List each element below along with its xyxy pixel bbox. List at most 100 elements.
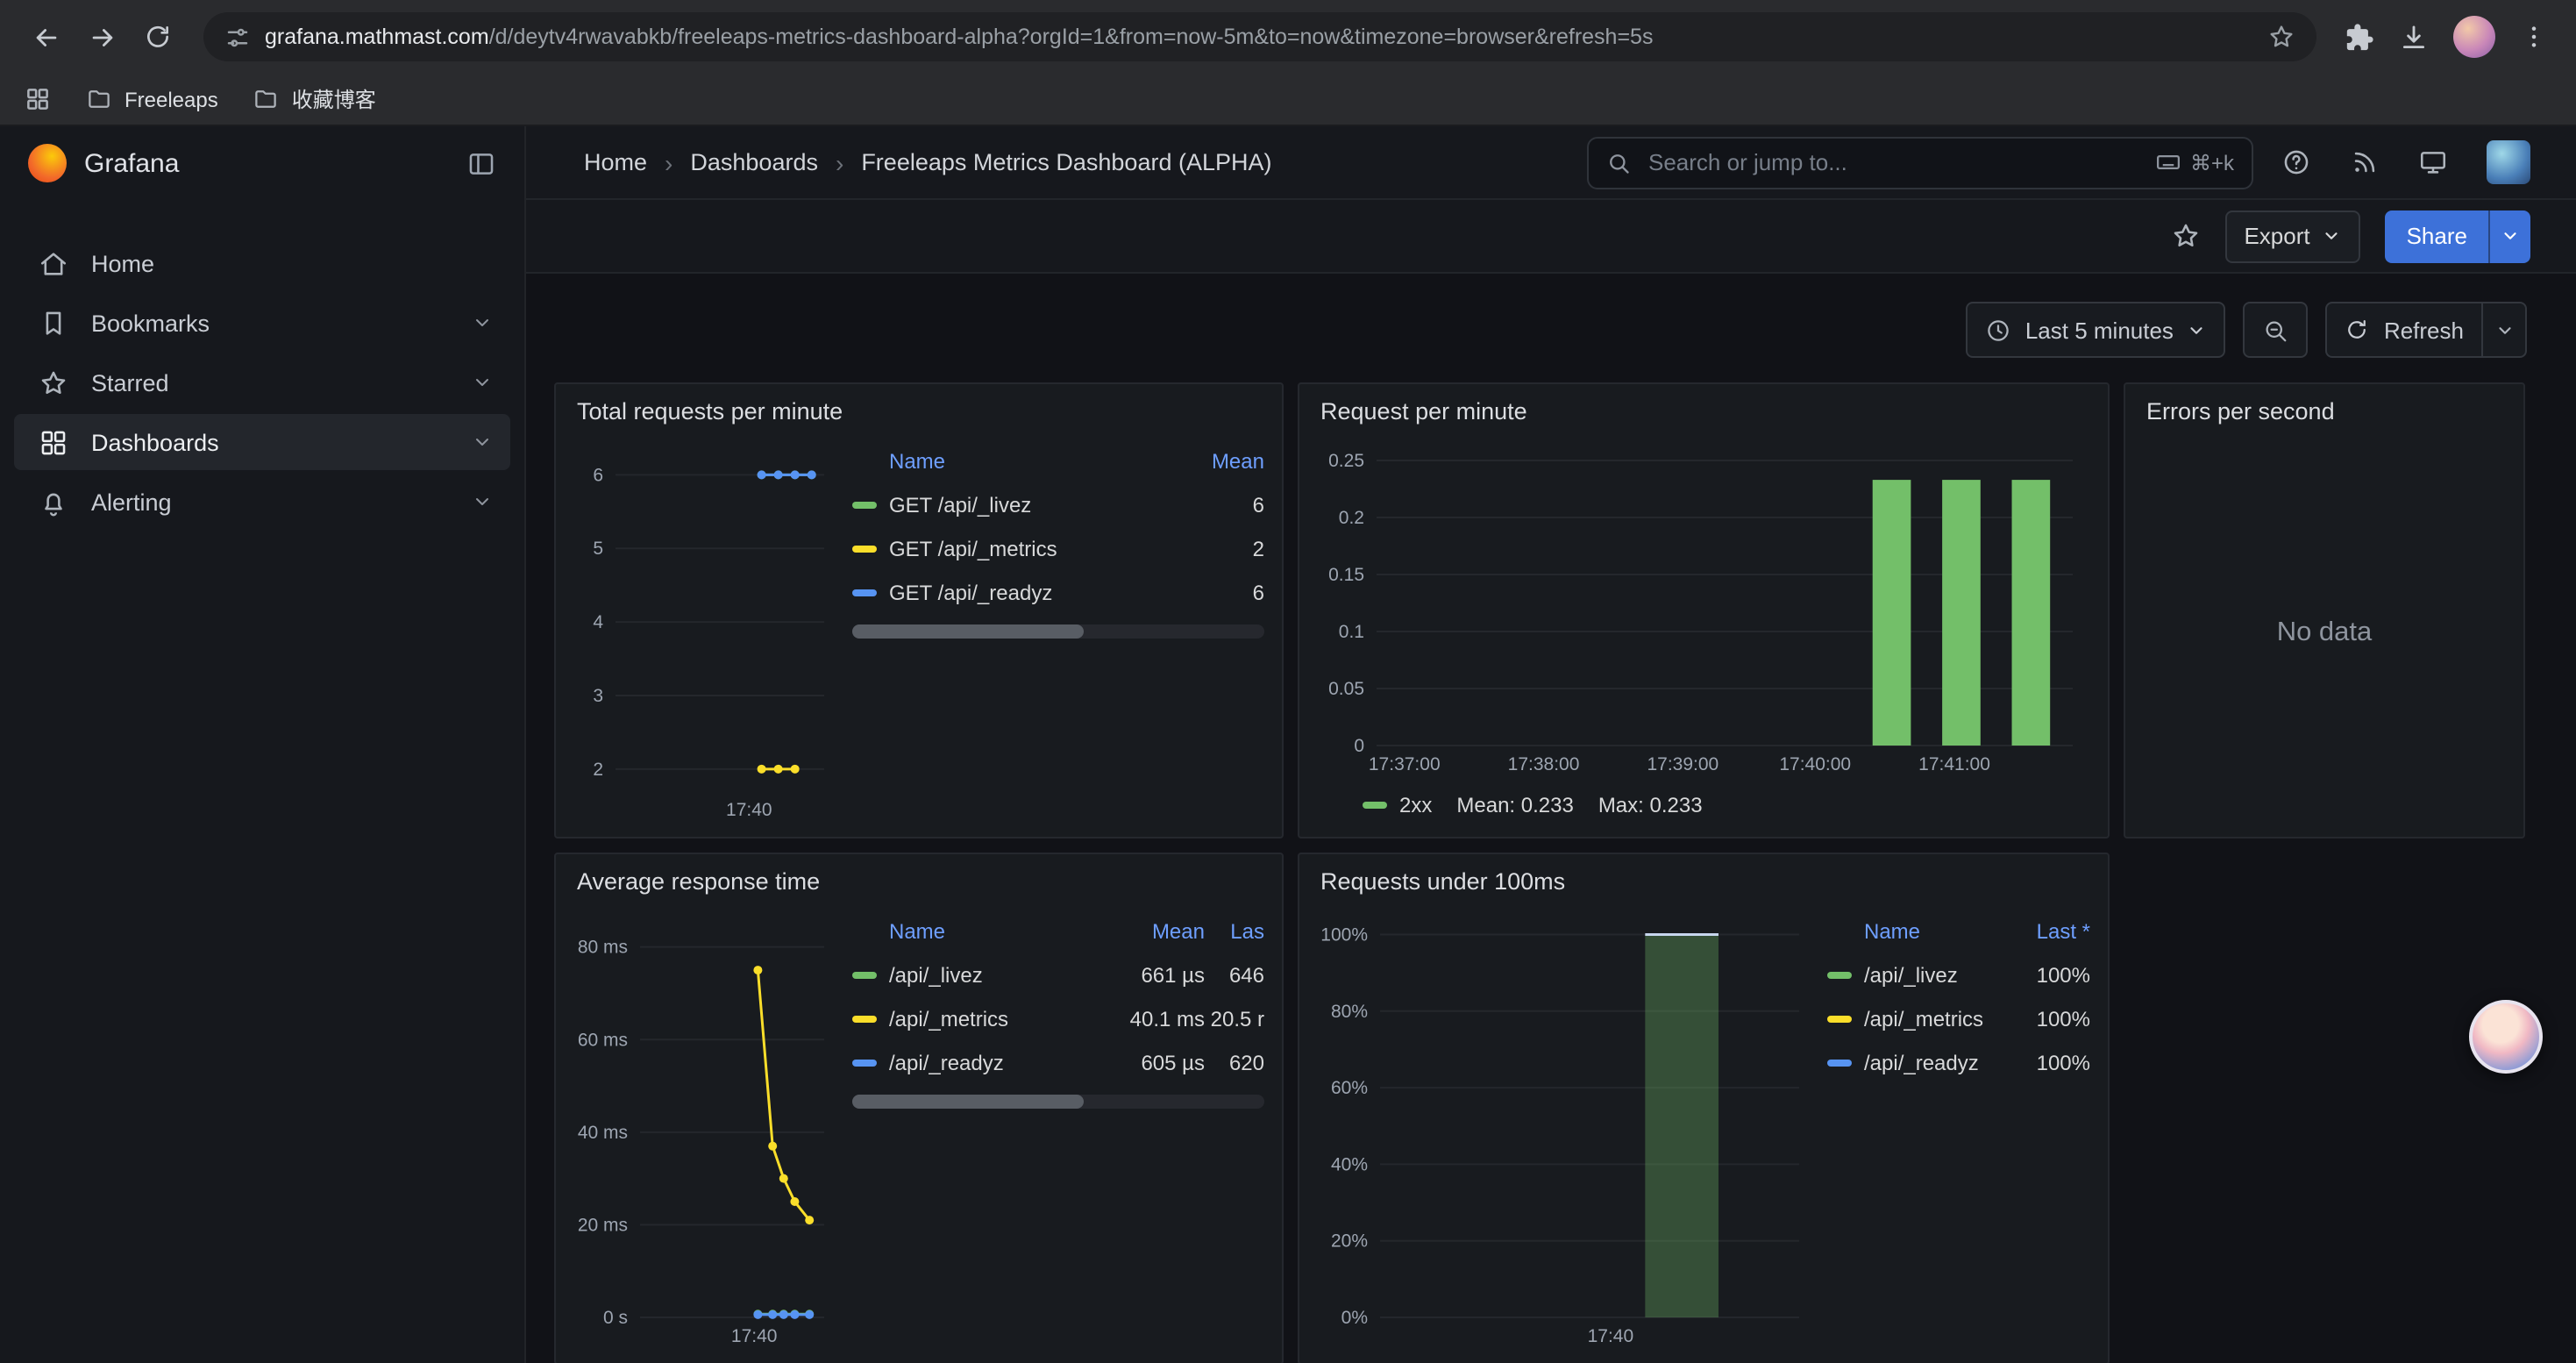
url-text: grafana.mathmast.com/d/deytv4rwavabkb/fr… [265, 25, 2253, 49]
panel-title[interactable]: Request per minute [1299, 384, 2108, 428]
reload-icon[interactable] [133, 12, 182, 61]
scrollbar-thumb[interactable] [852, 1095, 1083, 1109]
legend-item-2xx[interactable]: 2xx Mean: 0.233 Max: 0.233 [1317, 788, 2090, 823]
forward-icon[interactable] [77, 12, 126, 61]
series-swatch [1363, 802, 1387, 809]
legend-row[interactable]: /api/_livez100% [1827, 953, 2090, 996]
main-area: Home › Dashboards › Freeleaps Metrics Da… [526, 126, 2576, 1363]
svg-text:60%: 60% [1331, 1078, 1368, 1098]
grafana-app: Grafana Home Bookmarks [0, 126, 2576, 1363]
favorite-star-icon[interactable] [2170, 221, 2200, 251]
download-icon[interactable] [2399, 22, 2429, 52]
legend-col-header[interactable]: Name [1827, 918, 2006, 943]
breadcrumb-dashboards[interactable]: Dashboards [690, 149, 818, 175]
legend-col-header[interactable]: Mean [1170, 448, 1264, 473]
chevron-down-icon[interactable] [472, 432, 493, 453]
series-swatch [1827, 1059, 1852, 1066]
series-swatch [852, 1059, 877, 1066]
chevron-down-icon[interactable] [472, 312, 493, 333]
grafana-logo[interactable] [28, 144, 67, 182]
legend-col-header[interactable]: Name [852, 448, 1170, 473]
svg-text:17:40: 17:40 [1588, 1326, 1634, 1346]
legend-scrollbar[interactable] [852, 1095, 1264, 1109]
clock-icon [1985, 317, 2011, 343]
legend-row[interactable]: GET /api/_readyz6 [852, 570, 1264, 614]
legend: NameLast * /api/_livez100%/api/_metrics10… [1827, 905, 2090, 1349]
sidebar-item-home[interactable]: Home [14, 235, 510, 291]
legend-col-header[interactable]: Name [852, 918, 1103, 943]
time-range-picker[interactable]: Last 5 minutes [1966, 302, 2226, 358]
apps-grid-icon[interactable] [25, 86, 51, 112]
bookmark-star-icon[interactable] [2267, 23, 2295, 51]
sidebar-item-bookmarks[interactable]: Bookmarks [14, 295, 510, 351]
refresh-button[interactable]: Refresh [2326, 302, 2481, 358]
bookmark-folder-freeleaps[interactable]: Freeleaps [86, 86, 218, 112]
bookmark-folder-blogs[interactable]: 收藏博客 [253, 84, 376, 114]
svg-text:20%: 20% [1331, 1231, 1368, 1252]
legend-row[interactable]: /api/_metrics40.1 ms20.5 r [852, 996, 1264, 1040]
svg-text:3: 3 [593, 686, 603, 706]
chevron-down-icon[interactable] [472, 491, 493, 512]
site-settings-icon[interactable] [224, 24, 251, 50]
back-icon[interactable] [21, 12, 70, 61]
assistant-avatar[interactable] [2469, 1000, 2543, 1074]
url-bar[interactable]: grafana.mathmast.com/d/deytv4rwavabkb/fr… [203, 12, 2316, 61]
average-response-time-chart[interactable]: 0 s20 ms40 ms60 ms80 ms17:40 [573, 905, 842, 1349]
svg-text:5: 5 [593, 539, 603, 559]
panel-title[interactable]: Errors per second [2125, 384, 2523, 428]
search-box[interactable]: ⌘+k [1587, 136, 2253, 189]
legend-row[interactable]: GET /api/_metrics2 [852, 526, 1264, 570]
legend-col-header[interactable]: Last * [2006, 918, 2090, 943]
legend-row[interactable]: GET /api/_livez6 [852, 482, 1264, 526]
panel-title[interactable]: Average response time [556, 854, 1282, 898]
refresh-interval-caret[interactable] [2481, 302, 2527, 358]
legend-row[interactable]: /api/_metrics100% [1827, 996, 2090, 1040]
panel-title[interactable]: Total requests per minute [556, 384, 1282, 428]
svg-text:40 ms: 40 ms [578, 1123, 628, 1143]
chevron-down-icon[interactable] [472, 372, 493, 393]
svg-text:0.2: 0.2 [1339, 508, 1364, 528]
legend-row[interactable]: /api/_livez661 µs646 [852, 953, 1264, 996]
series-swatch [852, 1015, 877, 1022]
monitor-icon[interactable] [2418, 147, 2448, 177]
request-per-minute-chart[interactable]: 00.050.10.150.20.2517:37:0017:38:0017:39… [1317, 435, 2090, 777]
scrollbar-thumb[interactable] [852, 624, 1083, 639]
sidebar-item-alerting[interactable]: Alerting [14, 474, 510, 530]
zoom-out-button[interactable] [2244, 302, 2309, 358]
share-button[interactable]: Share [2386, 210, 2488, 262]
panel-title[interactable]: Requests under 100ms [1299, 854, 2108, 898]
requests-under-100ms-chart[interactable]: 0%20%40%60%80%100%17:40 [1317, 905, 1817, 1349]
series-swatch [852, 501, 877, 508]
panel-requests-under-100ms: Requests under 100ms 0%20%40%60%80%100%1… [1298, 853, 2110, 1363]
browser-menu-icon[interactable] [2520, 23, 2548, 51]
user-avatar[interactable] [2487, 140, 2530, 184]
legend-row[interactable]: /api/_readyz605 µs620 [852, 1040, 1264, 1084]
sidebar-item-starred[interactable]: Starred [14, 354, 510, 410]
browser-profile-avatar[interactable] [2453, 16, 2495, 58]
legend-table: NameMeanLas/api/_livez661 µs646/api/_met… [852, 909, 1264, 1084]
no-data-message: No data [2125, 428, 2523, 837]
rss-icon[interactable] [2350, 147, 2380, 177]
brand-name: Grafana [84, 148, 449, 178]
breadcrumb-home[interactable]: Home [584, 149, 647, 175]
sidebar-item-dashboards[interactable]: Dashboards [14, 414, 510, 470]
legend-mean: Mean: 0.233 [1456, 793, 1573, 817]
export-button[interactable]: Export [2224, 210, 2360, 262]
svg-text:60 ms: 60 ms [578, 1030, 628, 1050]
brand-row: Grafana [0, 126, 524, 200]
svg-text:2: 2 [593, 760, 603, 780]
dashboard-grid: Total requests per minute 2345617:40 Nam… [526, 382, 2576, 1363]
help-icon[interactable] [2281, 147, 2311, 177]
legend-scrollbar[interactable] [852, 624, 1264, 639]
legend-row[interactable]: /api/_readyz100% [1827, 1040, 2090, 1084]
legend-col-header[interactable]: Mean [1103, 918, 1205, 943]
total-requests-chart[interactable]: 2345617:40 [573, 435, 842, 823]
sidebar-toggle-icon[interactable] [466, 148, 496, 178]
svg-text:17:40: 17:40 [726, 800, 772, 820]
extensions-icon[interactable] [2345, 22, 2374, 52]
legend-col-header[interactable]: Las [1205, 918, 1264, 943]
time-controls: Last 5 minutes Refresh [526, 274, 2576, 382]
search-input[interactable] [1645, 147, 2141, 177]
share-menu-caret[interactable] [2488, 210, 2530, 262]
series-swatch [1827, 971, 1852, 978]
